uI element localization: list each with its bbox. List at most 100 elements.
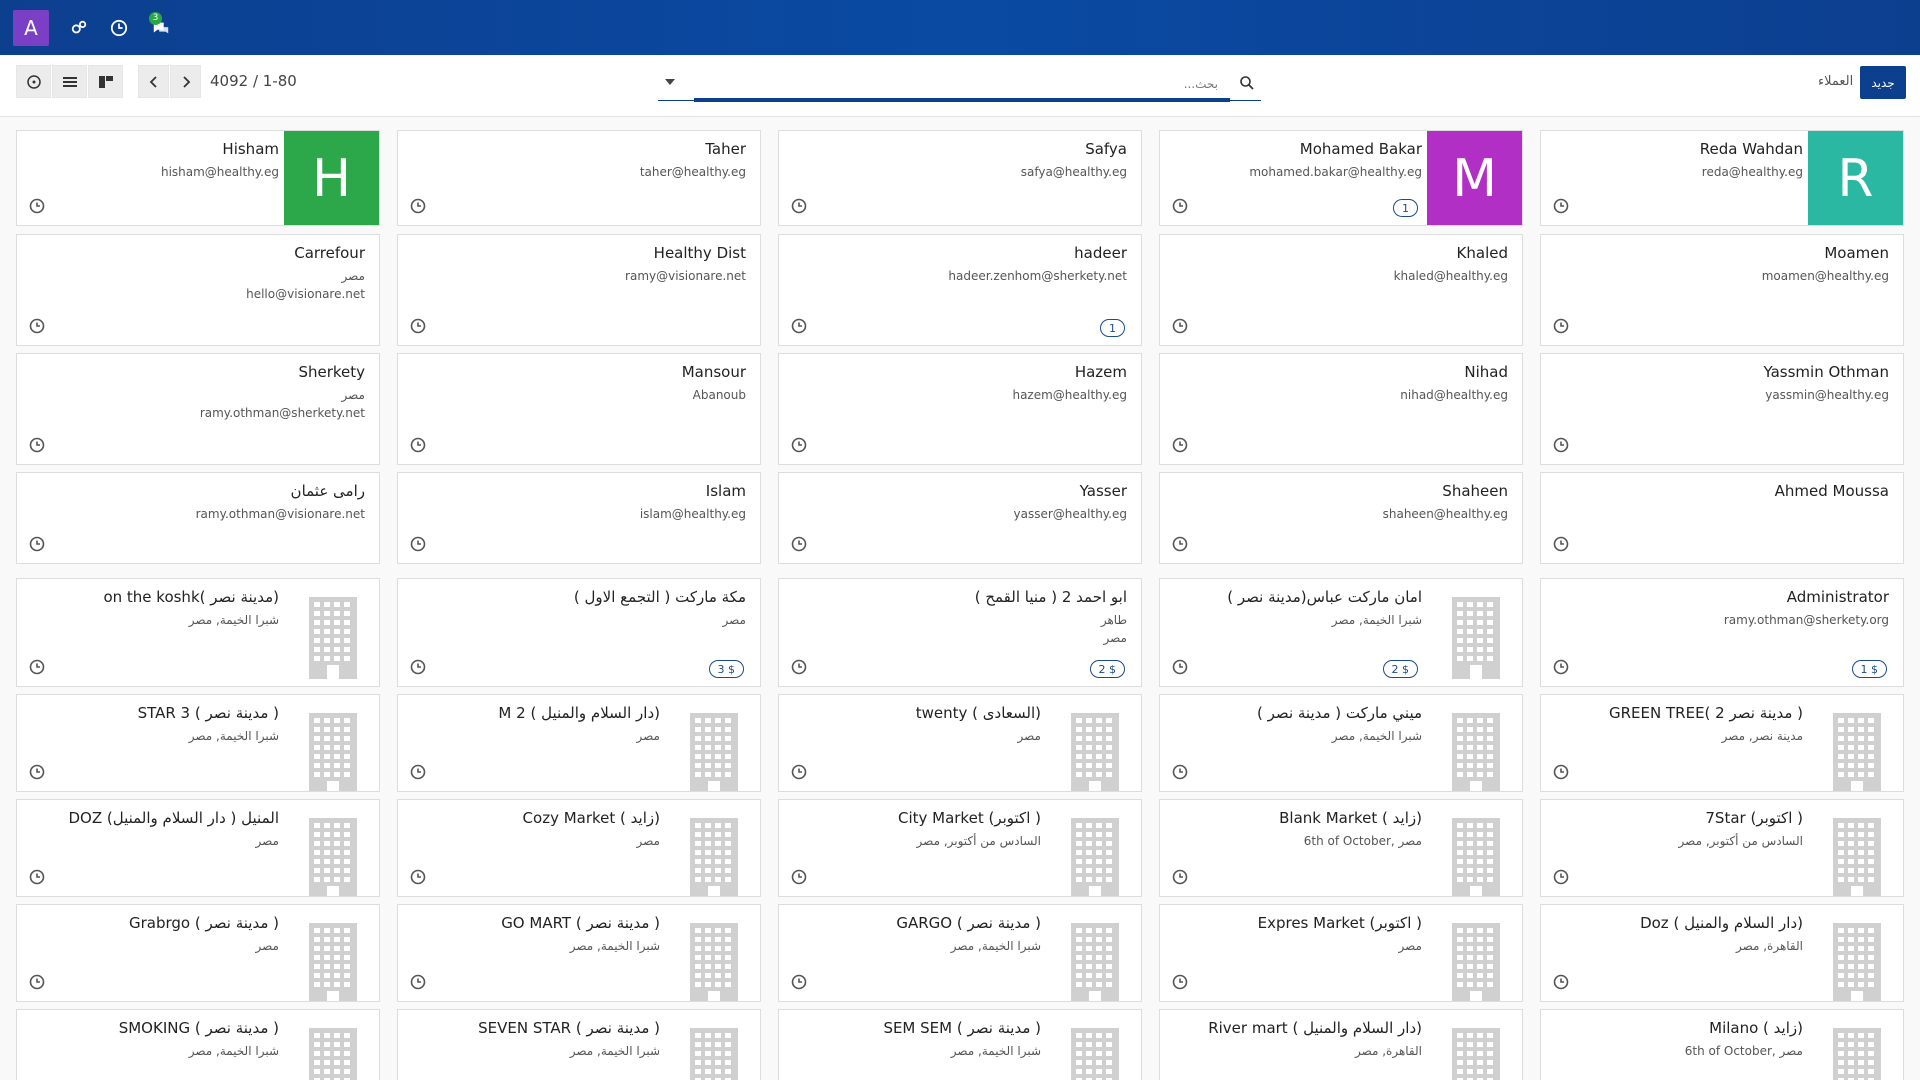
kanban-card[interactable]: Doz ( دار السلام والمنيل) القاهرة, مصر: [1540, 904, 1904, 1002]
activity-clock-icon[interactable]: [29, 318, 45, 334]
search-input[interactable]: [698, 73, 1218, 95]
messages-icon[interactable]: 3: [149, 11, 171, 38]
activity-clock-icon[interactable]: [1553, 869, 1569, 885]
activity-clock-icon[interactable]: [410, 536, 426, 552]
card-count-badge[interactable]: 2 $: [1089, 660, 1125, 678]
activity-clock-icon[interactable]: [1553, 198, 1569, 214]
activity-clock-icon[interactable]: [410, 437, 426, 453]
activity-clock-icon[interactable]: [410, 974, 426, 990]
activity-clock-icon[interactable]: [109, 18, 129, 38]
kanban-card[interactable]: مكة ماركت ( التجمع الاول ) مصر 3 $: [397, 578, 761, 687]
activity-clock-icon[interactable]: [791, 318, 807, 334]
activity-clock-icon[interactable]: [410, 318, 426, 334]
kanban-card[interactable]: hadeer hadeer.zenhom@sherkety.net 1: [778, 234, 1142, 346]
activity-clock-icon[interactable]: [29, 764, 45, 780]
kanban-card[interactable]: GREEN TREE( مدينة نصر 2 ) مدينة نصر, مصر: [1540, 694, 1904, 792]
kanban-card[interactable]: SEM SEM ( مدينة نصر ) شبرا الخيمة, مصر: [778, 1009, 1142, 1080]
kanban-card[interactable]: M Mohamed Bakar mohamed.bakar@healthy.eg 1: [1159, 130, 1523, 226]
pager-value[interactable]: 4092 / 1-80: [210, 72, 297, 90]
activity-clock-icon[interactable]: [1172, 536, 1188, 552]
activity-clock-icon[interactable]: [1553, 764, 1569, 780]
kanban-card[interactable]: SMOKING ( مدينة نصر ) شبرا الخيمة, مصر: [16, 1009, 380, 1080]
activity-clock-icon[interactable]: [29, 437, 45, 453]
activity-clock-icon[interactable]: [1553, 974, 1569, 990]
kanban-card[interactable]: on the koshk( مدينة نصر) شبرا الخيمة, مصر: [16, 578, 380, 687]
kanban-card[interactable]: Healthy Dist ramy@visionare.net: [397, 234, 761, 346]
list-view-button[interactable]: [52, 65, 87, 98]
activity-clock-icon[interactable]: [791, 198, 807, 214]
activity-view-button[interactable]: [16, 65, 51, 98]
kanban-card[interactable]: Sherkety مصر ramy.othman@sherkety.net: [16, 353, 380, 465]
kanban-card[interactable]: City Market (اكتوبر ) السادس من أكتوبر, م…: [778, 799, 1142, 897]
kanban-card[interactable]: Carrefour مصر hello@visionare.net: [16, 234, 380, 346]
kanban-card[interactable]: 7Star (اكتوبر ) السادس من أكتوبر, مصر: [1540, 799, 1904, 897]
activity-clock-icon[interactable]: [1172, 869, 1188, 885]
card-count-badge[interactable]: 1: [1393, 199, 1418, 217]
kanban-card[interactable]: ( ميني ماركت ( مدينة نصر شبرا الخيمة, مصر: [1159, 694, 1523, 792]
kanban-card[interactable]: Nihad nihad@healthy.eg: [1159, 353, 1523, 465]
kanban-card[interactable]: Milano ( زايد) 6th of October, مصر: [1540, 1009, 1904, 1080]
card-count-badge[interactable]: 3 $: [708, 660, 744, 678]
kanban-card[interactable]: Expres Market (اكتوبر ) مصر: [1159, 904, 1523, 1002]
settings-cogs-icon[interactable]: [69, 18, 89, 38]
kanban-card[interactable]: GARGO ( مدينة نصر ) شبرا الخيمة, مصر: [778, 904, 1142, 1002]
activity-clock-icon[interactable]: [791, 659, 807, 675]
caret-down-icon[interactable]: [664, 77, 676, 87]
kanban-view-button[interactable]: [88, 65, 123, 98]
activity-clock-icon[interactable]: [1553, 437, 1569, 453]
kanban-card[interactable]: Hazem hazem@healthy.eg: [778, 353, 1142, 465]
activity-clock-icon[interactable]: [29, 869, 45, 885]
activity-clock-icon[interactable]: [1172, 764, 1188, 780]
kanban-card[interactable]: Taher taher@healthy.eg: [397, 130, 761, 226]
activity-clock-icon[interactable]: [29, 536, 45, 552]
kanban-card[interactable]: SEVEN STAR ( مدينة نصر ) شبرا الخيمة, مصر: [397, 1009, 761, 1080]
activity-clock-icon[interactable]: [791, 764, 807, 780]
activity-clock-icon[interactable]: [29, 198, 45, 214]
activity-clock-icon[interactable]: [791, 437, 807, 453]
activity-clock-icon[interactable]: [410, 198, 426, 214]
activity-clock-icon[interactable]: [1553, 536, 1569, 552]
kanban-card[interactable]: River mart ( دار السلام والمنيل) القاهرة,…: [1159, 1009, 1523, 1080]
activity-clock-icon[interactable]: [1553, 659, 1569, 675]
pager-previous-button[interactable]: [138, 65, 169, 98]
activity-clock-icon[interactable]: [1553, 318, 1569, 334]
kanban-card[interactable]: Mansour Abanoub: [397, 353, 761, 465]
kanban-card[interactable]: ابو احمد 2 ( منيا القمح ) طاهر مصر 2 $: [778, 578, 1142, 687]
activity-clock-icon[interactable]: [791, 974, 807, 990]
kanban-card[interactable]: Cozy Market ( زايد) مصر: [397, 799, 761, 897]
user-avatar[interactable]: A: [13, 9, 49, 46]
kanban-card[interactable]: Blank Market ( زايد) 6th of October, مصر: [1159, 799, 1523, 897]
kanban-card[interactable]: رامى عثمان ramy.othman@visionare.net: [16, 472, 380, 564]
kanban-card[interactable]: Moamen moamen@healthy.eg: [1540, 234, 1904, 346]
kanban-card[interactable]: Khaled khaled@healthy.eg: [1159, 234, 1523, 346]
kanban-card[interactable]: STAR 3 ( مدينة نصر ) شبرا الخيمة, مصر: [16, 694, 380, 792]
card-count-badge[interactable]: 1: [1100, 319, 1125, 337]
kanban-card[interactable]: twenty ( السعادى) مصر: [778, 694, 1142, 792]
card-count-badge[interactable]: 1 $: [1851, 660, 1887, 678]
activity-clock-icon[interactable]: [1172, 198, 1188, 214]
activity-clock-icon[interactable]: [1172, 318, 1188, 334]
activity-clock-icon[interactable]: [410, 869, 426, 885]
kanban-card[interactable]: Administrator ramy.othman@sherkety.org 1 $: [1540, 578, 1904, 687]
activity-clock-icon[interactable]: [410, 659, 426, 675]
activity-clock-icon[interactable]: [791, 536, 807, 552]
kanban-card[interactable]: GO MART ( مدينة نصر ) شبرا الخيمة, مصر: [397, 904, 761, 1002]
create-button[interactable]: جديد: [1860, 66, 1906, 99]
kanban-card[interactable]: امان ماركت عباس(مدينة نصر ) شبرا الخيمة, …: [1159, 578, 1523, 687]
kanban-card[interactable]: Shaheen shaheen@healthy.eg: [1159, 472, 1523, 564]
kanban-card[interactable]: Ahmed Moussa: [1540, 472, 1904, 564]
activity-clock-icon[interactable]: [1172, 974, 1188, 990]
kanban-card[interactable]: M 2 ( دار السلام والمنيل) مصر: [397, 694, 761, 792]
activity-clock-icon[interactable]: [29, 974, 45, 990]
activity-clock-icon[interactable]: [410, 764, 426, 780]
activity-clock-icon[interactable]: [791, 869, 807, 885]
card-count-badge[interactable]: 2 $: [1382, 660, 1418, 678]
kanban-card[interactable]: Safya safya@healthy.eg: [778, 130, 1142, 226]
kanban-card[interactable]: Grabrgo ( مدينة نصر ) مصر: [16, 904, 380, 1002]
kanban-card[interactable]: Yassmin Othman yassmin@healthy.eg: [1540, 353, 1904, 465]
activity-clock-icon[interactable]: [1172, 437, 1188, 453]
activity-clock-icon[interactable]: [29, 659, 45, 675]
activity-clock-icon[interactable]: [1172, 659, 1188, 675]
pager-next-button[interactable]: [170, 65, 201, 98]
kanban-card[interactable]: DOZ المنيل ( دار السلام والمنيل) مصر: [16, 799, 380, 897]
